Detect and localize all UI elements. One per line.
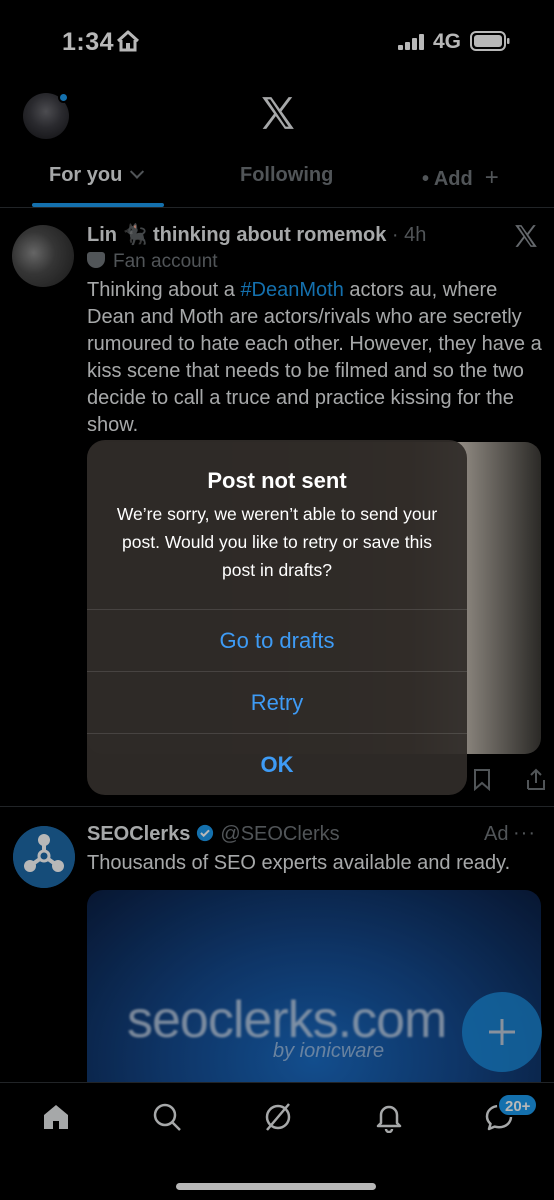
retry-button[interactable]: Retry [87, 671, 467, 733]
post-not-sent-dialog: Post not sent We’re sorry, we weren’t ab… [87, 440, 467, 795]
dialog-title: Post not sent [207, 468, 347, 493]
dialog-message: We’re sorry, we weren’t able to send you… [116, 504, 438, 580]
ok-button[interactable]: OK [87, 733, 467, 795]
go-to-drafts-button[interactable]: Go to drafts [87, 609, 467, 671]
